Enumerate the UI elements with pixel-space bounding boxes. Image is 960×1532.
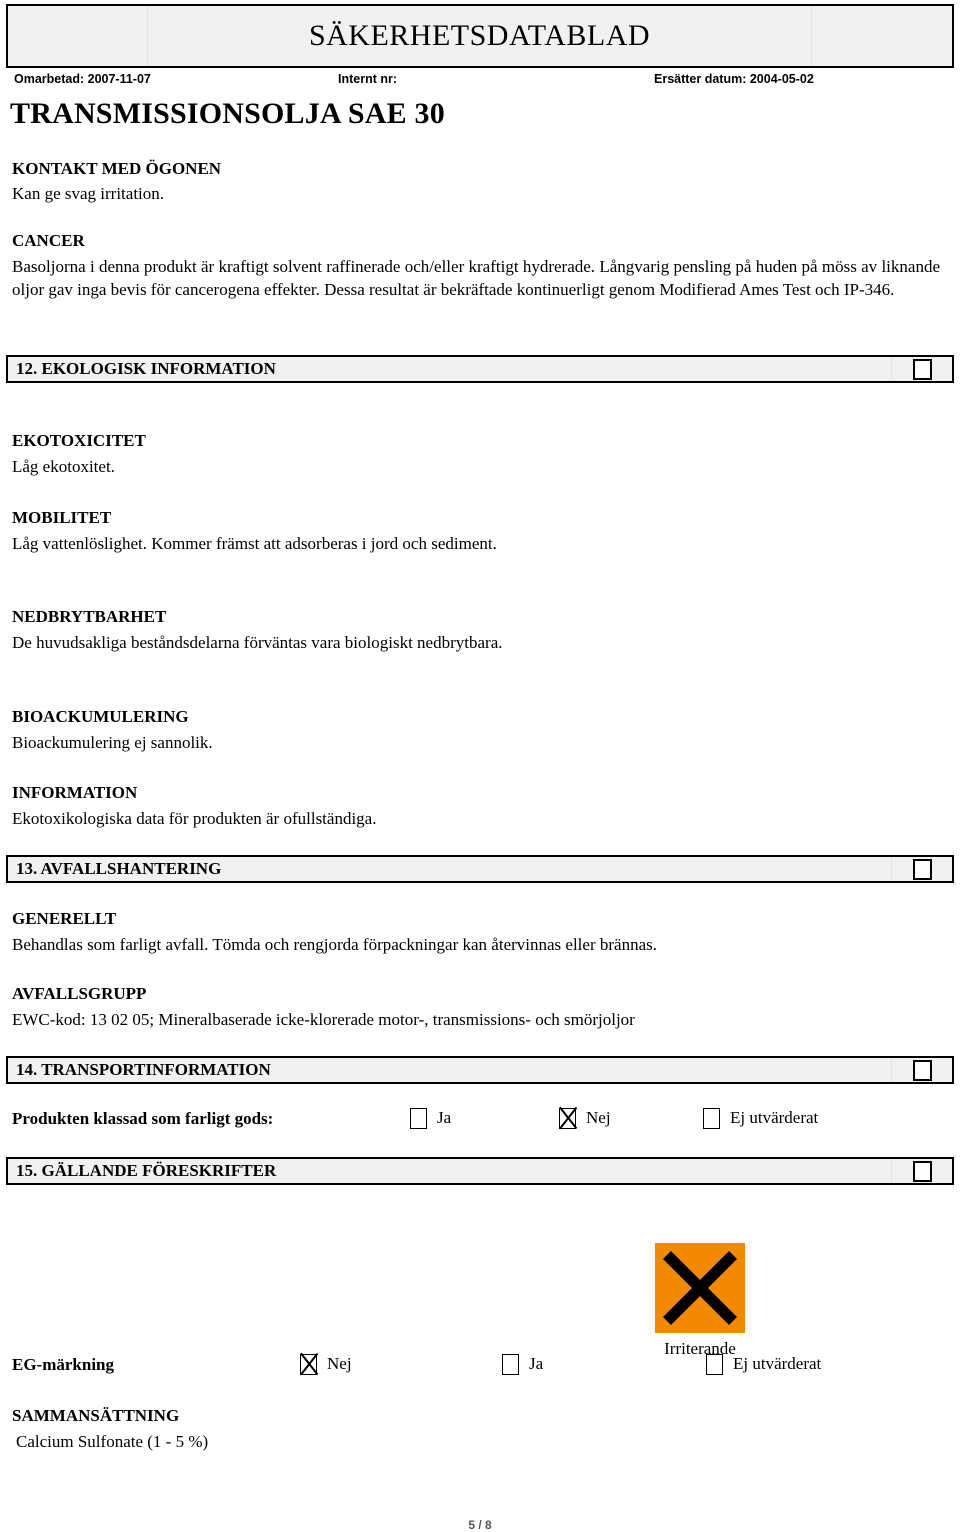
dangerous-goods-checkbox-ja[interactable]	[410, 1107, 427, 1129]
ekotoxicitet-text: Låg ekotoxitet.	[12, 457, 115, 476]
eye-contact-heading: KONTAKT MED ÖGONEN	[12, 159, 222, 178]
eg-marking-label-nej: Nej	[327, 1354, 352, 1373]
section-12-header: 12. EKOLOGISK INFORMATION	[6, 355, 954, 383]
avfallsgrupp-heading: AVFALLSGRUPP	[12, 984, 147, 1003]
eg-marking-row: EG-märkning Nej Ja Ej utvärderat	[12, 1352, 952, 1382]
eg-marking-checkbox-ja[interactable]	[502, 1353, 519, 1375]
section-13-title: 13. AVFALLSHANTERING	[8, 857, 892, 881]
section-15-header: 15. GÄLLANDE FÖRESKRIFTER	[6, 1157, 954, 1185]
cancer-text: Basoljorna i denna produkt är kraftigt s…	[12, 257, 940, 299]
section-12-checkbox[interactable]	[912, 358, 932, 380]
dangerous-goods-option-ja[interactable]: Ja	[410, 1106, 451, 1130]
generellt-heading: GENERELLT	[12, 909, 117, 928]
document-title: SÄKERHETSDATABLAD	[308, 19, 651, 52]
document-meta-row: Omarbetad: 2007-11-07 Internt nr: Ersätt…	[6, 72, 954, 92]
sammansattning-heading: SAMMANSÄTTNING	[12, 1406, 180, 1425]
bioackumulering-text: Bioackumulering ej sannolik.	[12, 733, 213, 752]
banner-right-cell	[812, 6, 952, 66]
mobilitet-heading: MOBILITET	[12, 508, 112, 527]
eg-marking-label-ja: Ja	[529, 1354, 544, 1373]
sammansattning-text: Calcium Sulfonate (1 - 5 %)	[16, 1432, 209, 1451]
information-text: Ekotoxikologiska data för produkten är o…	[12, 809, 377, 828]
dangerous-goods-checkbox-nej[interactable]	[559, 1107, 576, 1129]
dangerous-goods-option-ej-utvarderat[interactable]: Ej utvärderat	[703, 1106, 818, 1130]
cancer-heading: CANCER	[12, 231, 85, 250]
nedbrytbarhet-heading: NEDBRYTBARHET	[12, 607, 167, 626]
mobilitet-text: Låg vattenlöslighet. Kommer främst att a…	[12, 534, 497, 553]
dangerous-goods-label-nej: Nej	[586, 1108, 611, 1127]
nedbrytbarhet-text: De huvudsakliga beståndsdelarna förvänta…	[12, 633, 503, 652]
dangerous-goods-checkbox-ej-utvarderat[interactable]	[703, 1107, 720, 1129]
replaces-date: Ersätter datum: 2004-05-02	[654, 72, 814, 86]
eg-marking-option-ej-utvarderat[interactable]: Ej utvärderat	[706, 1352, 821, 1376]
irritant-x-svg	[655, 1243, 745, 1333]
eg-marking-label: EG-märkning	[12, 1355, 115, 1374]
internal-number: Internt nr:	[338, 72, 398, 86]
eg-marking-checkbox-nej[interactable]	[300, 1353, 317, 1375]
eye-contact-text: Kan ge svag irritation.	[12, 184, 165, 203]
banner-center-cell: SÄKERHETSDATABLAD	[148, 6, 812, 66]
section-15-checkbox[interactable]	[912, 1160, 932, 1182]
dangerous-goods-option-nej[interactable]: Nej	[559, 1106, 611, 1130]
eg-marking-label-ej-utvarderat: Ej utvärderat	[733, 1354, 822, 1373]
document-header-banner: SÄKERHETSDATABLAD	[6, 4, 954, 68]
dangerous-goods-label: Produkten klassad som farligt gods:	[12, 1109, 274, 1128]
section-13-checkbox[interactable]	[912, 858, 932, 880]
dangerous-goods-label-ej-utvarderat: Ej utvärderat	[730, 1108, 819, 1127]
bioackumulering-heading: BIOACKUMULERING	[12, 707, 189, 726]
revised-date: Omarbetad: 2007-11-07	[14, 72, 151, 86]
section-12-title: 12. EKOLOGISK INFORMATION	[8, 357, 892, 381]
banner-left-cell	[8, 6, 148, 66]
dangerous-goods-label-ja: Ja	[437, 1108, 452, 1127]
information-heading: INFORMATION	[12, 783, 138, 802]
ekotoxicitet-heading: EKOTOXICITET	[12, 431, 146, 450]
generellt-text: Behandlas som farligt avfall. Tömda och …	[12, 935, 657, 954]
section-15-title: 15. GÄLLANDE FÖRESKRIFTER	[8, 1159, 892, 1183]
section-13-header: 13. AVFALLSHANTERING	[6, 855, 954, 883]
section-13-checkbox-cell[interactable]	[892, 858, 952, 880]
section-14-checkbox[interactable]	[912, 1059, 932, 1081]
eg-marking-checkbox-ej-utvarderat[interactable]	[706, 1353, 723, 1375]
section-12-checkbox-cell[interactable]	[892, 358, 952, 380]
section-15-checkbox-cell[interactable]	[892, 1160, 952, 1182]
product-name: TRANSMISSIONSOLJA SAE 30	[10, 97, 445, 130]
section-14-header: 14. TRANSPORTINFORMATION	[6, 1056, 954, 1084]
hazard-pictogram-block: Irriterande	[655, 1243, 855, 1359]
section-14-title: 14. TRANSPORTINFORMATION	[8, 1058, 892, 1082]
irritant-x-icon	[655, 1243, 745, 1333]
eg-marking-option-ja[interactable]: Ja	[502, 1352, 543, 1376]
section-14-checkbox-cell[interactable]	[892, 1059, 952, 1081]
dangerous-goods-row: Produkten klassad som farligt gods: Ja N…	[12, 1106, 952, 1136]
eg-marking-option-nej[interactable]: Nej	[300, 1352, 352, 1376]
avfallsgrupp-text: EWC-kod: 13 02 05; Mineralbaserade icke-…	[12, 1010, 635, 1029]
